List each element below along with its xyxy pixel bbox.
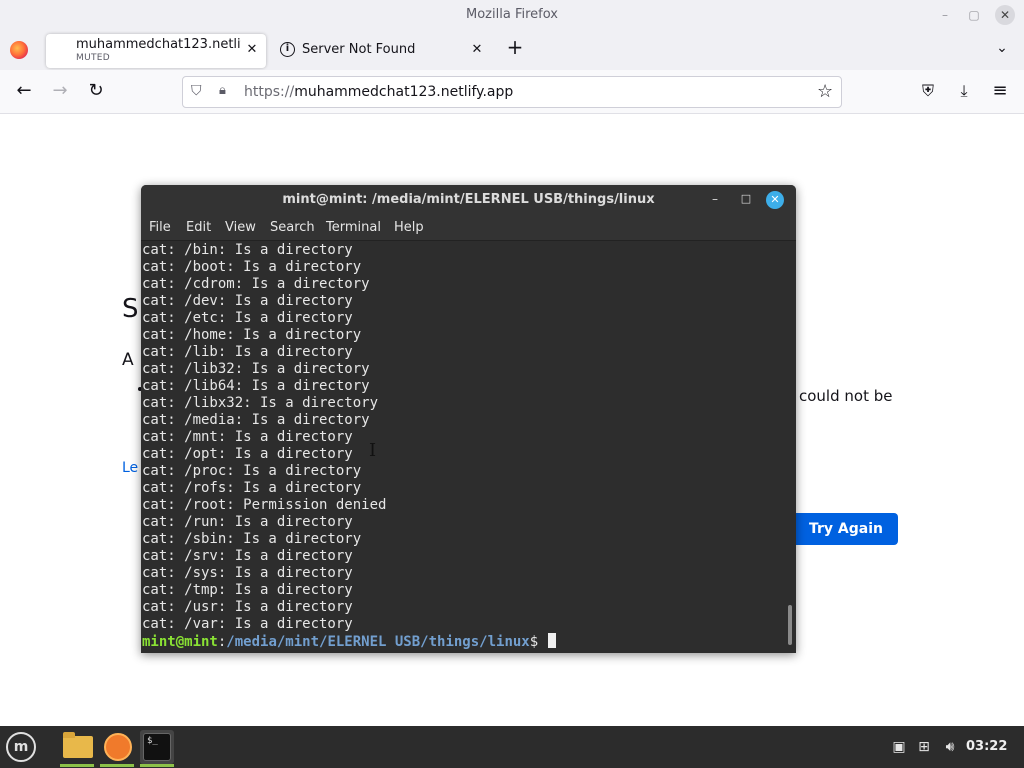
menu-file[interactable]: File	[149, 220, 171, 235]
volume-icon[interactable]: 🔊︎	[941, 738, 959, 756]
new-tab-button[interactable]: +	[505, 37, 525, 58]
terminal-line: cat: /libx32: Is a directory	[142, 395, 379, 411]
text-cursor	[547, 633, 556, 648]
list-all-tabs-icon[interactable]: ⌄	[994, 40, 1010, 56]
terminal-line: cat: /run: Is a directory	[142, 514, 353, 530]
window-title: Mozilla Firefox	[466, 7, 558, 22]
terminal-line: cat: /rofs: Is a directory	[142, 480, 362, 496]
terminal-line: cat: /lib32: Is a directory	[142, 361, 370, 377]
menu-search[interactable]: Search	[270, 220, 315, 235]
prompt-symbol: $	[529, 634, 547, 650]
ibeam-cursor-icon: I	[369, 440, 377, 461]
running-indicator	[100, 764, 134, 767]
page-subheading: A	[122, 350, 134, 370]
menu-edit[interactable]: Edit	[186, 220, 211, 235]
url-scheme: https://	[244, 84, 295, 100]
page-text: could not be	[799, 387, 893, 405]
terminal-line: cat: /bin: Is a directory	[142, 242, 353, 258]
terminal-line: cat: /lib: Is a directory	[142, 344, 353, 360]
terminal-line: cat: /cdrom: Is a directory	[142, 276, 370, 292]
minimize-button[interactable]: –	[935, 5, 955, 25]
clock[interactable]: 03:22	[966, 739, 1007, 754]
terminal-line: cat: /mnt: Is a directory	[142, 429, 353, 445]
terminal-line: cat: /opt: Is a directory	[142, 446, 353, 462]
star-icon[interactable]: ☆	[817, 81, 833, 102]
terminal-line: cat: /home: Is a directory	[142, 327, 362, 343]
network-icon[interactable]: ⊞	[915, 738, 933, 756]
firefox-view-icon[interactable]	[10, 41, 28, 59]
url-bar[interactable]: ⛉ 🔒︎ https://muhammedchat123.netlify.app…	[182, 76, 842, 108]
terminal-line: cat: /boot: Is a directory	[142, 259, 362, 275]
terminal-window[interactable]: mint@mint: /media/mint/ELERNEL USB/thing…	[141, 185, 796, 653]
terminal-line: cat: /proc: Is a directory	[142, 463, 362, 479]
terminal-prompt[interactable]: mint@mint:/media/mint/ELERNEL USB/things…	[142, 633, 789, 650]
url-host: muhammedchat123.netlify.app	[294, 84, 514, 100]
forward-arrow-icon[interactable]: →	[48, 80, 72, 104]
terminal-line: cat: /srv: Is a directory	[142, 548, 353, 564]
terminal-scrollbar[interactable]	[788, 605, 792, 645]
terminal-line: cat: /sys: Is a directory	[142, 565, 353, 581]
menu-view[interactable]: View	[225, 220, 256, 235]
learn-more-link[interactable]: Le	[122, 460, 138, 476]
terminal-line: cat: /etc: Is a directory	[142, 310, 353, 326]
tracking-protection-icon[interactable]: ⛉	[191, 83, 207, 101]
terminal-line: cat: /var: Is a directory	[142, 616, 353, 632]
maximize-icon[interactable]: □	[738, 192, 754, 208]
terminal-line: cat: /media: Is a directory	[142, 412, 370, 428]
prompt-user: mint@mint	[142, 634, 218, 650]
menu-help[interactable]: Help	[394, 220, 424, 235]
reload-icon[interactable]: ↻	[84, 80, 108, 104]
terminal-icon[interactable]: $_	[140, 730, 174, 764]
taskbar: m $_ ▣ ⊞ 🔊︎ 03:22	[0, 726, 1024, 768]
terminal-line: cat: /dev: Is a directory	[142, 293, 353, 309]
files-icon[interactable]	[60, 730, 94, 764]
terminal-menubar: File Edit View Search Terminal Help	[141, 215, 796, 241]
firefox-logo-icon	[104, 733, 132, 761]
tab-bar: muhammedchat123.netlify.app MUTED ✕ i Se…	[0, 30, 1024, 70]
lock-icon[interactable]: 🔒︎	[219, 83, 235, 101]
terminal-title: mint@mint: /media/mint/ELERNEL USB/thing…	[282, 192, 655, 207]
running-indicator	[140, 764, 174, 767]
maximize-button[interactable]: ▢	[964, 5, 984, 25]
hamburger-menu-icon[interactable]: ≡	[988, 80, 1012, 104]
terminal-output[interactable]: cat: /bin: Is a directory cat: /boot: Is…	[141, 242, 789, 653]
page-heading: S	[122, 294, 139, 324]
tab-server-not-found[interactable]: i Server Not Found ✕	[272, 34, 492, 68]
download-icon[interactable]: ⤓	[952, 80, 976, 104]
running-indicator	[60, 764, 94, 767]
firefox-titlebar: Mozilla Firefox – ▢ ✕	[0, 0, 1024, 30]
notes-icon[interactable]: ▣	[890, 738, 908, 756]
folder-icon	[63, 732, 93, 758]
terminal-line: cat: /sbin: Is a directory	[142, 531, 362, 547]
close-tab-icon[interactable]: ✕	[469, 42, 485, 58]
navigation-toolbar: ← → ↻ ⛉ 🔒︎ https://muhammedchat123.netli…	[0, 70, 1024, 114]
terminal-line: cat: /tmp: Is a directory	[142, 582, 353, 598]
url-text[interactable]: https://muhammedchat123.netlify.app	[244, 84, 513, 100]
firefox-icon[interactable]	[102, 730, 136, 764]
minimize-icon[interactable]: –	[707, 192, 723, 208]
close-window-button[interactable]: ✕	[995, 5, 1015, 25]
tab-muhammedchat[interactable]: muhammedchat123.netlify.app MUTED ✕	[46, 34, 266, 68]
terminal-line: cat: /root: Permission denied	[142, 497, 387, 513]
terminal-line: cat: /usr: Is a directory	[142, 599, 353, 615]
menu-terminal[interactable]: Terminal	[326, 220, 381, 235]
close-icon[interactable]: ✕	[766, 191, 784, 209]
try-again-button[interactable]: Try Again	[784, 513, 898, 545]
close-tab-icon[interactable]: ✕	[244, 42, 260, 58]
terminal-titlebar[interactable]: mint@mint: /media/mint/ELERNEL USB/thing…	[141, 185, 796, 215]
tab-muted-label: MUTED	[76, 53, 110, 63]
terminal-line: cat: /lib64: Is a directory	[142, 378, 370, 394]
tab-title: muhammedchat123.netlify.app	[76, 37, 241, 52]
pocket-icon[interactable]: ⛨	[916, 80, 940, 104]
terminal-prompt-icon: $_	[143, 733, 171, 761]
mint-menu-icon[interactable]: m	[6, 732, 36, 762]
tab-title: Server Not Found	[302, 42, 416, 57]
back-arrow-icon[interactable]: ←	[12, 80, 36, 104]
info-icon: i	[280, 42, 295, 57]
prompt-path: /media/mint/ELERNEL USB/things/linux	[226, 634, 530, 650]
